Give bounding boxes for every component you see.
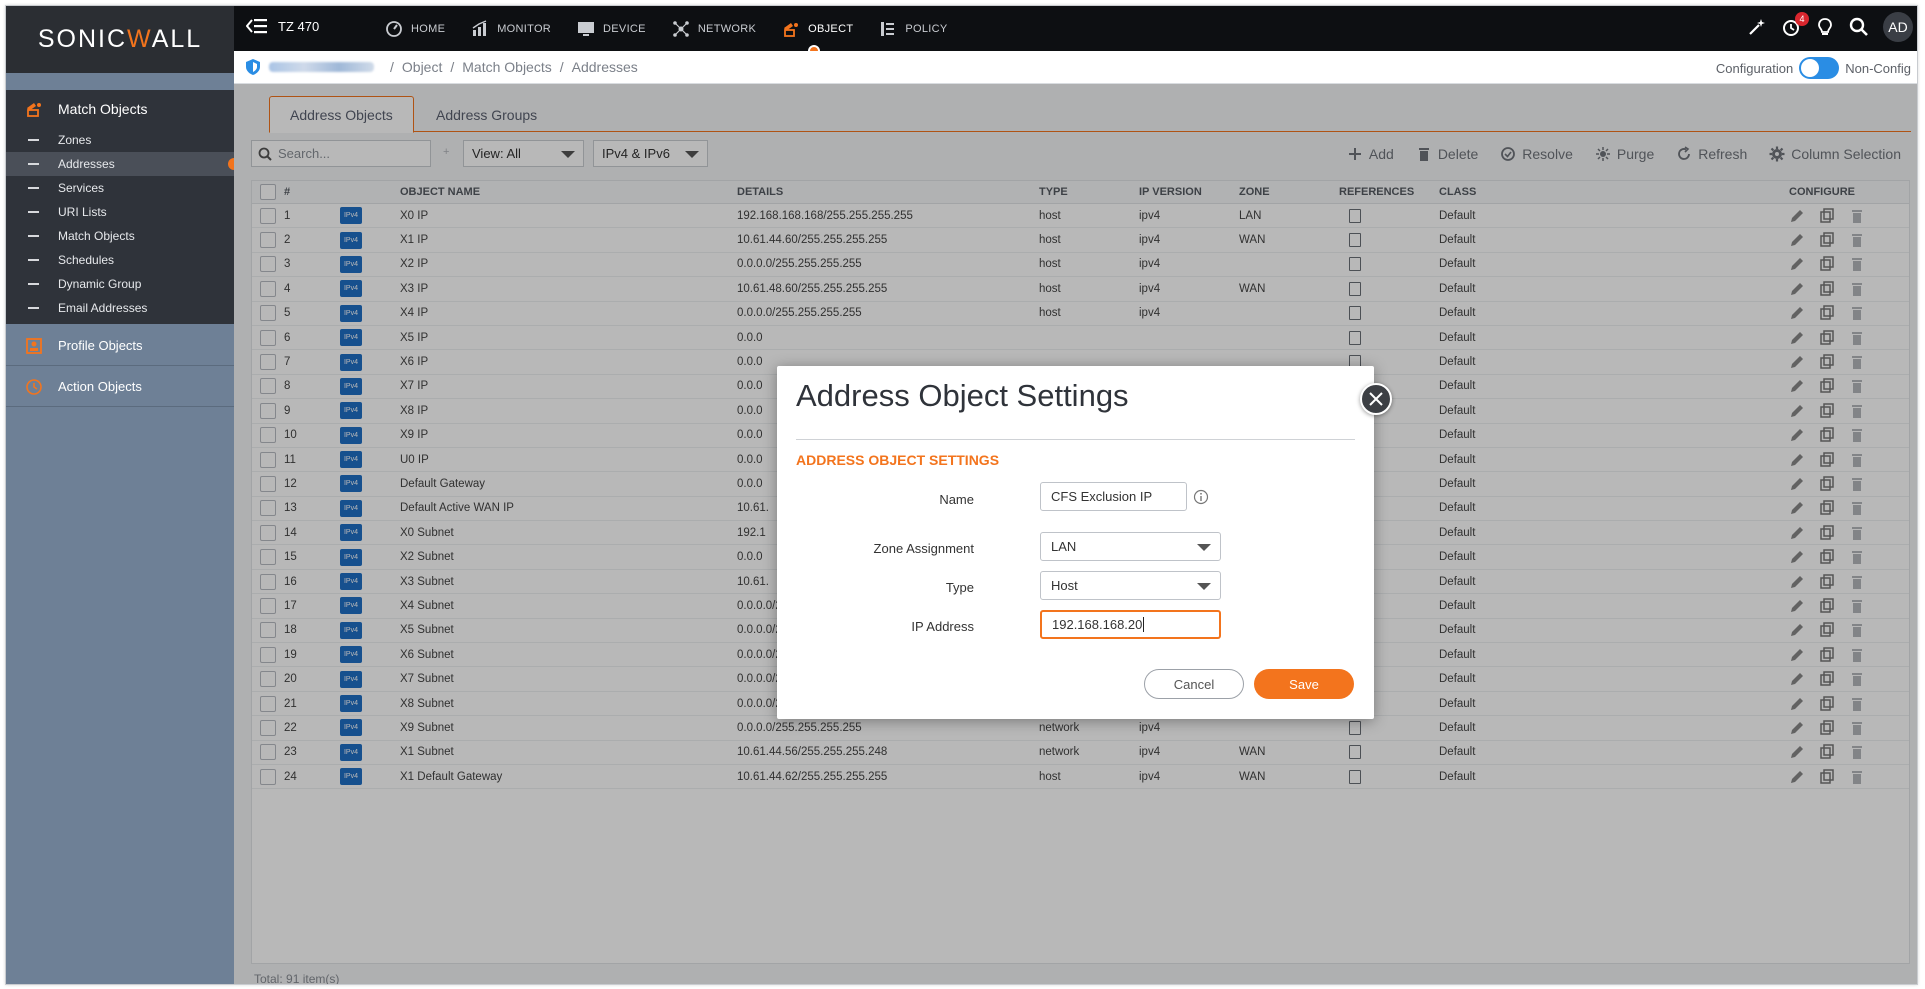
nav-monitor[interactable]: MONITOR xyxy=(458,6,564,51)
nav-home[interactable]: HOME xyxy=(372,6,458,51)
shield-icon xyxy=(246,59,260,75)
dash-icon xyxy=(28,259,39,261)
device-selector[interactable]: TZ 470 xyxy=(246,18,319,34)
collapse-menu-icon[interactable] xyxy=(246,18,268,34)
nav-device[interactable]: DEVICE xyxy=(564,6,659,51)
profile-icon xyxy=(26,337,42,354)
section-heading: ADDRESS OBJECT SETTINGS xyxy=(796,452,1000,468)
dialog-title: Address Object Settings xyxy=(796,378,1129,413)
breadcrumb: / Object / Match Objects / Addresses Con… xyxy=(234,51,1917,84)
dash-icon xyxy=(28,139,39,141)
breadcrumb-addresses: Addresses xyxy=(571,59,638,75)
dash-icon xyxy=(28,235,39,237)
search-icon[interactable] xyxy=(1849,17,1869,37)
breadcrumb-object[interactable]: Object xyxy=(402,59,442,75)
dash-icon xyxy=(28,187,39,189)
device-serial-redacted xyxy=(269,62,374,72)
nav-network[interactable]: NETWORK xyxy=(659,6,769,51)
sidebar-item-schedules[interactable]: Schedules xyxy=(6,248,234,272)
top-navigation-bar: TZ 470 HOME MONITOR DEVICE NETWORK OBJEC… xyxy=(234,6,1917,57)
sidebar-group-label: Match Objects xyxy=(58,101,148,117)
object-icon xyxy=(784,22,799,37)
lightbulb-icon[interactable] xyxy=(1815,17,1835,37)
action-icon xyxy=(26,378,42,395)
save-button[interactable]: Save xyxy=(1254,669,1354,699)
sidebar-item-zones[interactable]: Zones xyxy=(6,128,234,152)
logo-area: SONICWALL xyxy=(6,6,234,73)
monitor-icon xyxy=(578,21,595,36)
topbar-tools: 4 AD xyxy=(1747,12,1913,42)
zone-assignment-label: Zone Assignment xyxy=(873,541,974,556)
dash-icon xyxy=(28,163,39,165)
info-icon[interactable] xyxy=(1193,489,1209,505)
sidebar-item-uri-lists[interactable]: URI Lists xyxy=(6,200,234,224)
dash-icon xyxy=(28,283,39,285)
match-objects-group: Match Objects Zones Addresses Services U… xyxy=(6,90,240,324)
name-field[interactable]: CFS Exclusion IP xyxy=(1040,482,1187,511)
device-name: TZ 470 xyxy=(278,18,320,34)
object-icon xyxy=(27,103,41,117)
cancel-button[interactable]: Cancel xyxy=(1144,669,1244,699)
name-label: Name xyxy=(939,492,974,507)
dash-icon xyxy=(28,307,39,309)
config-label: Configuration xyxy=(1715,60,1794,76)
dash-icon xyxy=(28,211,39,213)
main-nav: HOME MONITOR DEVICE NETWORK OBJECT POLIC… xyxy=(372,6,961,57)
zone-assignment-select[interactable]: LAN xyxy=(1040,532,1221,561)
close-dialog-button[interactable] xyxy=(1360,383,1392,415)
network-icon xyxy=(673,20,689,37)
switch-knob xyxy=(1801,59,1820,77)
policy-icon xyxy=(881,21,895,36)
chart-icon xyxy=(472,19,487,36)
type-select[interactable]: Host xyxy=(1040,571,1221,600)
close-icon xyxy=(1369,392,1383,406)
config-mode-switch[interactable] xyxy=(1799,57,1840,79)
sidebar-item-services[interactable]: Services xyxy=(6,176,234,200)
sidebar-group-match-objects[interactable]: Match Objects xyxy=(6,90,234,128)
notification-badge: 4 xyxy=(1795,12,1809,26)
app-window: SONICWALL Match Objects Zones Addresses … xyxy=(5,5,1918,985)
config-mode-toggle: Configuration Non-Config xyxy=(1716,57,1911,79)
sidebar-item-dynamic-group[interactable]: Dynamic Group xyxy=(6,272,234,296)
dialog-divider xyxy=(796,439,1355,440)
ip-address-label: IP Address xyxy=(911,619,974,634)
chevron-down-icon xyxy=(1197,583,1211,590)
sonicwall-logo: SONICWALL xyxy=(37,25,203,53)
nav-policy[interactable]: POLICY xyxy=(866,6,960,51)
sidebar-item-match-objects[interactable]: Match Objects xyxy=(6,224,234,248)
non-config-label: Non-Config xyxy=(1845,60,1911,76)
nav-object[interactable]: OBJECT xyxy=(769,6,866,57)
sidebar-item-email-addresses[interactable]: Email Addresses xyxy=(6,296,234,320)
user-avatar[interactable]: AD xyxy=(1883,12,1913,42)
notifications-button[interactable]: 4 xyxy=(1781,12,1809,37)
ip-address-field[interactable]: 192.168.168.20 xyxy=(1040,610,1221,639)
breadcrumb-match-objects[interactable]: Match Objects xyxy=(462,59,551,75)
magic-wand-icon[interactable] xyxy=(1747,17,1767,37)
sidebar: SONICWALL Match Objects Zones Addresses … xyxy=(6,6,240,984)
address-object-settings-dialog: Address Object Settings ADDRESS OBJECT S… xyxy=(777,366,1374,719)
dashboard-icon xyxy=(386,20,402,37)
sidebar-item-addresses[interactable]: Addresses xyxy=(6,152,240,176)
sidebar-item-action-objects[interactable]: Action Objects xyxy=(6,367,234,407)
sidebar-item-profile-objects[interactable]: Profile Objects xyxy=(6,326,234,366)
chevron-down-icon xyxy=(1197,544,1211,551)
type-label: Type xyxy=(945,580,974,595)
text-cursor xyxy=(1143,617,1145,632)
